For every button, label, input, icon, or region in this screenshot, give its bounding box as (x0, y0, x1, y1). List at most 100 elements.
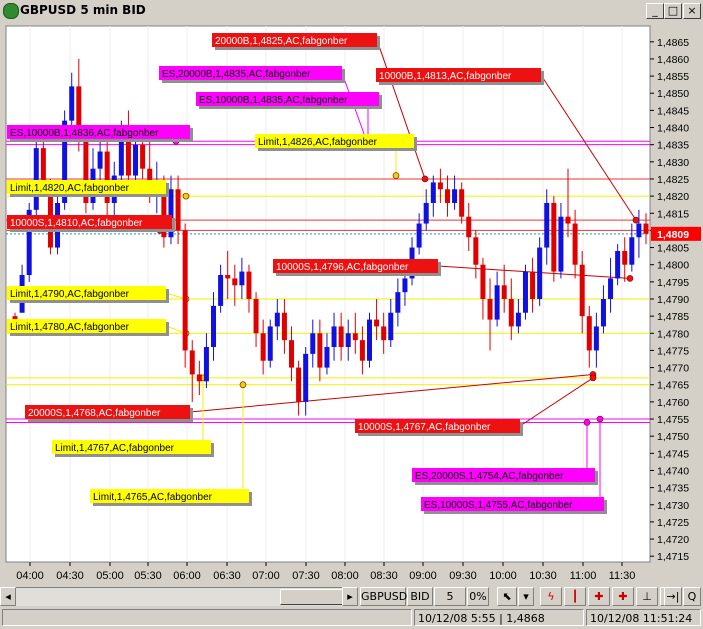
order-handle (392, 172, 400, 179)
y-tick-label: 1,4720 (657, 534, 689, 546)
candle-body (572, 223, 578, 265)
x-tick-label: 07:00 (252, 570, 280, 582)
order-handle (589, 374, 597, 382)
candle-body (615, 250, 621, 279)
y-tick-label: 1,4725 (657, 517, 689, 529)
candle-body (444, 189, 450, 203)
y-tick-label: 1,4805 (657, 243, 689, 255)
candle-down-icon[interactable]: ┃ (564, 587, 586, 606)
candle-body (480, 264, 486, 299)
order-handle (626, 275, 634, 282)
maximize-button[interactable]: □ (664, 3, 682, 19)
candle-body (133, 144, 139, 176)
order-tool-icon[interactable]: ✚ (588, 587, 610, 606)
y-tick-label: 1,4750 (657, 431, 689, 443)
candle-body (211, 305, 217, 348)
scroll-left-button[interactable]: ◂ (0, 587, 16, 606)
x-tick-label: 05:30 (134, 570, 162, 582)
scroll-right-button[interactable]: ▸ (342, 587, 358, 606)
goto-end-icon[interactable]: →| (664, 587, 682, 606)
y-tick-label: 1,4850 (657, 88, 689, 100)
candle-body (459, 189, 465, 217)
candle-body (522, 271, 528, 313)
order-label-text: ES,10000B,1,4835,AC,fabgonber (199, 95, 348, 106)
candle-body (586, 316, 592, 351)
minimize-button[interactable]: _ (646, 3, 664, 19)
y-tick-label: 1,4775 (657, 345, 689, 357)
y-tick-label: 1,4790 (657, 294, 689, 306)
candle-body (260, 333, 266, 361)
candle-body (232, 278, 238, 286)
y-tick-label: 1,4830 (657, 157, 689, 169)
x-tick-label: 10:30 (529, 570, 557, 582)
y-tick-label: 1,4865 (657, 37, 689, 49)
candle-body (466, 216, 472, 238)
y-tick-label: 1,4785 (657, 311, 689, 323)
side-selector[interactable]: BID (407, 587, 433, 606)
cursor-icon[interactable]: ⬉ (497, 587, 517, 606)
candle-body (281, 312, 287, 341)
candle-body (296, 367, 302, 402)
close-button[interactable]: × (683, 3, 701, 19)
candle-body (530, 271, 536, 299)
x-tick-label: 06:00 (173, 570, 201, 582)
candle-body (345, 333, 351, 348)
dropdown-arrow-icon[interactable]: ▾ (518, 587, 534, 606)
candle-body (430, 182, 436, 203)
candle-body (622, 250, 628, 265)
price-chart[interactable]: 20000B,1,4825,AC,fabgonber 10000B,1,4813,… (0, 22, 703, 587)
candle-body (289, 340, 295, 368)
candle-body (487, 299, 493, 320)
x-tick-label: 10:00 (489, 570, 517, 582)
y-tick-label: 1,4825 (657, 174, 689, 186)
interval-selector[interactable]: 5 min (434, 587, 466, 620)
candle-body (501, 285, 507, 299)
status-bar: 10/12/08 5:55 | 1,4868 10/12/08 11:51:24 (0, 606, 703, 629)
candle-body (388, 312, 394, 341)
order-handle (239, 381, 247, 389)
candle-body (608, 278, 614, 299)
candle-body (374, 319, 380, 327)
candle-body (508, 299, 514, 327)
candle-body (416, 223, 422, 248)
order-label-text: ES,10000B,1,4836,AC,fabgonber (10, 128, 159, 139)
order-tool-2-icon[interactable]: ✚ (612, 587, 634, 606)
candle-body (643, 223, 649, 234)
candle-body (33, 148, 39, 210)
y-tick-label: 1,4745 (657, 448, 689, 460)
candle-body (140, 144, 146, 169)
range-icon[interactable]: ⊥ (636, 587, 658, 606)
drawing-tool-icon[interactable]: ϟ (540, 587, 562, 606)
order-handle (632, 216, 640, 224)
candle-body (303, 353, 309, 402)
status-point: 10/12/08 5:55 | 1,4868 (414, 609, 584, 626)
x-tick-label: 09:30 (449, 570, 477, 582)
candle-body (196, 374, 202, 382)
y-tick-label: 1,4855 (657, 71, 689, 83)
percent-selector[interactable]: 0% (467, 587, 489, 606)
candle-body (253, 299, 259, 334)
candle-body (636, 223, 642, 238)
candle-body (310, 333, 316, 354)
y-tick-label: 1,4820 (657, 191, 689, 203)
candle-body (600, 299, 606, 327)
order-label-text: 10000S,1,4767,AC,fabgonber (358, 422, 491, 433)
x-tick-label: 07:30 (292, 570, 320, 582)
y-tick-label: 1,4780 (657, 328, 689, 340)
candle-body (97, 151, 103, 169)
y-tick-label: 1,4755 (657, 414, 689, 426)
candle-body (537, 247, 543, 299)
candle-body (629, 237, 635, 265)
order-label-text: Limit,1,4826,AC,fabgonber (258, 137, 378, 148)
window-title: GBPUSD 5 min BID (20, 3, 146, 17)
order-label-text: 10000S,1,4796,AC,fabgonber (276, 262, 409, 273)
candle-body (331, 326, 337, 348)
zoom-icon[interactable]: Q (683, 587, 701, 606)
order-label-text: ES,20000B,1,4835,AC,fabgonber (162, 69, 311, 80)
x-tick-label: 09:00 (409, 570, 437, 582)
candle-body (175, 189, 181, 231)
symbol-selector[interactable]: GBPUSD (360, 587, 407, 606)
order-handle (596, 415, 604, 423)
current-price-label: 1,4809 (657, 229, 689, 241)
candle-body (239, 271, 245, 286)
